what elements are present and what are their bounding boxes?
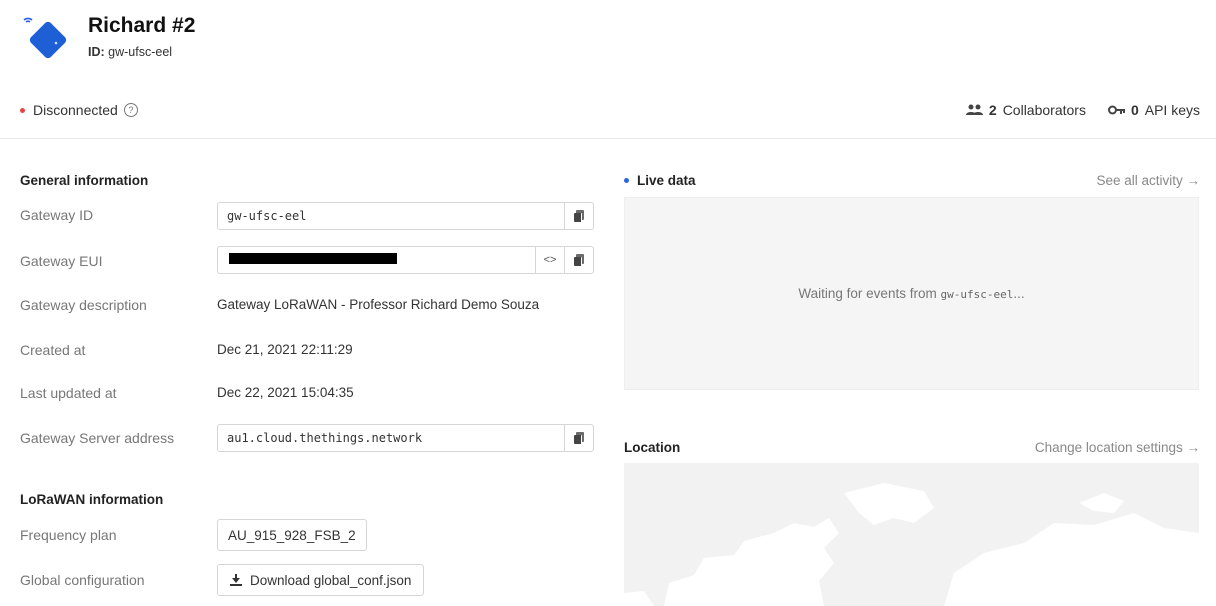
- status-dot: [20, 107, 25, 113]
- copy-gateway-id-button[interactable]: [564, 203, 593, 229]
- frequency-plan-value: AU_915_928_FSB_2: [217, 519, 367, 551]
- waiting-gateway-id: gw-ufsc-eel: [940, 288, 1014, 301]
- copy-server-address-button[interactable]: [564, 425, 593, 451]
- copy-icon: [574, 254, 584, 266]
- copy-gateway-eui-button[interactable]: [564, 247, 593, 273]
- gateway-eui-value[interactable]: [218, 253, 535, 267]
- live-data-title: Live data: [624, 173, 696, 188]
- updated-label: Last updated at: [20, 385, 117, 401]
- location-map[interactable]: [624, 463, 1199, 606]
- api-keys-count: 0: [1130, 102, 1139, 118]
- redacted-block: [229, 253, 397, 264]
- collaborators-label: Collaborators: [1002, 102, 1086, 118]
- description-label: Gateway description: [20, 297, 147, 313]
- server-address-value[interactable]: au1.cloud.thethings.network: [218, 431, 564, 445]
- created-label: Created at: [20, 342, 86, 358]
- id-label: ID:: [88, 45, 105, 59]
- api-keys-label: API keys: [1144, 102, 1200, 118]
- see-all-activity-link[interactable]: See all activity →: [1096, 173, 1200, 188]
- gateway-icon: [23, 17, 67, 59]
- collaborators-link[interactable]: 2 Collaborators: [965, 102, 1086, 118]
- server-address-field: au1.cloud.thethings.network: [217, 424, 594, 452]
- status-text: Disconnected: [33, 102, 118, 118]
- page-header: Richard #2 ID: gw-ufsc-eel Disconnected …: [0, 0, 1216, 139]
- code-icon: <>: [543, 254, 557, 266]
- key-icon: [1107, 105, 1125, 115]
- download-label: Download global_conf.json: [250, 572, 412, 588]
- updated-value: Dec 22, 2021 15:04:35: [217, 385, 354, 400]
- server-address-label: Gateway Server address: [20, 430, 175, 446]
- location-title: Location: [624, 440, 680, 455]
- connection-status: Disconnected ?: [20, 102, 138, 118]
- location-label: Location: [624, 440, 681, 455]
- gateway-eui-label: Gateway EUI: [20, 253, 103, 269]
- map-land: [624, 483, 1199, 606]
- gateway-id-field: gw-ufsc-eel: [217, 202, 594, 230]
- live-data-panel: Waiting for events from gw-ufsc-eel...: [624, 197, 1199, 390]
- waiting-suffix: ...: [1013, 286, 1025, 301]
- people-icon: [965, 104, 983, 115]
- gateway-id-value[interactable]: gw-ufsc-eel: [218, 209, 564, 223]
- copy-icon: [574, 432, 584, 444]
- waiting-prefix: Waiting for events from: [798, 286, 937, 301]
- gateway-id-line: ID: gw-ufsc-eel: [88, 45, 172, 59]
- description-value: Gateway LoRaWAN - Professor Richard Demo…: [217, 297, 540, 312]
- lorawan-info-title: LoRaWAN information: [20, 492, 164, 507]
- help-icon[interactable]: ?: [123, 103, 138, 117]
- api-keys-link[interactable]: 0 API keys: [1107, 102, 1200, 118]
- header-meta: 2 Collaborators 0 API keys: [965, 102, 1200, 118]
- global-config-label: Global configuration: [20, 572, 145, 588]
- gateway-eui-field: <>: [217, 246, 594, 274]
- live-data-label: Live data: [637, 173, 696, 188]
- copy-icon: [574, 210, 584, 222]
- frequency-plan-label: Frequency plan: [20, 527, 117, 543]
- download-icon: [230, 574, 242, 586]
- download-global-conf-button[interactable]: Download global_conf.json: [217, 564, 425, 596]
- change-location-link[interactable]: Change location settings →: [1035, 440, 1200, 455]
- created-value: Dec 21, 2021 22:11:29: [217, 342, 353, 357]
- live-dot: [624, 178, 629, 183]
- toggle-eui-format-button[interactable]: <>: [535, 247, 564, 273]
- collaborators-count: 2: [988, 102, 997, 118]
- page-title: Richard #2: [88, 14, 196, 37]
- general-info-title: General information: [20, 173, 149, 188]
- id-value: gw-ufsc-eel: [108, 45, 173, 59]
- waiting-text: Waiting for events from gw-ufsc-eel...: [798, 286, 1024, 301]
- gateway-id-label: Gateway ID: [20, 207, 94, 223]
